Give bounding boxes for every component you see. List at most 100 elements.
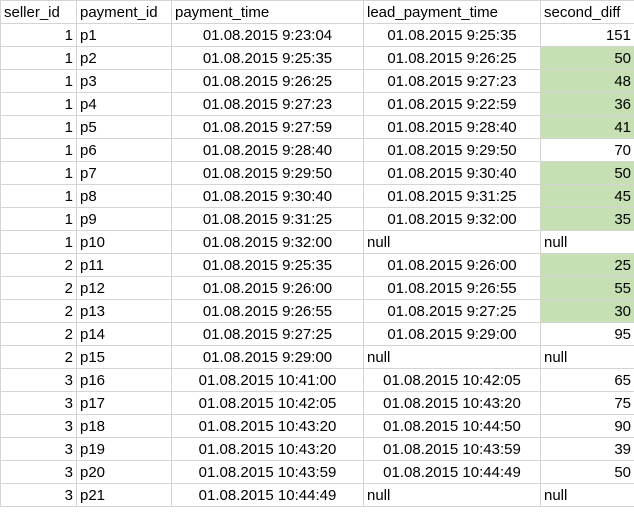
cell-payment-time[interactable]: 01.08.2015 9:29:50 [171, 161, 364, 185]
cell-lead-payment-time[interactable]: 01.08.2015 10:43:59 [363, 437, 541, 461]
cell-payment-id[interactable]: p20 [76, 460, 172, 484]
cell-seller-id[interactable]: 3 [0, 391, 77, 415]
cell-lead-payment-time[interactable]: null [363, 230, 541, 254]
cell-lead-payment-time[interactable]: 01.08.2015 9:26:00 [363, 253, 541, 277]
cell-payment-id[interactable]: p18 [76, 414, 172, 438]
cell-seller-id[interactable]: 3 [0, 414, 77, 438]
cell-payment-id[interactable]: p10 [76, 230, 172, 254]
cell-second-diff[interactable]: null [540, 345, 634, 369]
cell-lead-payment-time[interactable]: 01.08.2015 9:27:25 [363, 299, 541, 323]
cell-lead-payment-time[interactable]: 01.08.2015 9:26:55 [363, 276, 541, 300]
cell-payment-time[interactable]: 01.08.2015 9:26:25 [171, 69, 364, 93]
cell-payment-id[interactable]: p7 [76, 161, 172, 185]
cell-payment-id[interactable]: p1 [76, 23, 172, 47]
cell-payment-time[interactable]: 01.08.2015 9:23:04 [171, 23, 364, 47]
cell-seller-id[interactable]: 1 [0, 161, 77, 185]
cell-payment-time[interactable]: 01.08.2015 9:26:00 [171, 276, 364, 300]
cell-lead-payment-time[interactable]: 01.08.2015 9:31:25 [363, 184, 541, 208]
cell-seller-id[interactable]: 2 [0, 299, 77, 323]
cell-second-diff[interactable]: 39 [540, 437, 634, 461]
cell-seller-id[interactable]: 1 [0, 184, 77, 208]
cell-payment-time[interactable]: 01.08.2015 9:32:00 [171, 230, 364, 254]
cell-lead-payment-time[interactable]: 01.08.2015 10:44:50 [363, 414, 541, 438]
cell-second-diff[interactable]: 65 [540, 368, 634, 392]
cell-second-diff[interactable]: null [540, 230, 634, 254]
cell-second-diff[interactable]: 25 [540, 253, 634, 277]
cell-payment-id[interactable]: p12 [76, 276, 172, 300]
header-second-diff[interactable]: second_diff [540, 0, 634, 24]
cell-seller-id[interactable]: 1 [0, 23, 77, 47]
cell-seller-id[interactable]: 1 [0, 207, 77, 231]
cell-payment-time[interactable]: 01.08.2015 9:27:23 [171, 92, 364, 116]
header-payment-id[interactable]: payment_id [76, 0, 172, 24]
cell-second-diff[interactable]: 50 [540, 161, 634, 185]
cell-lead-payment-time[interactable]: 01.08.2015 9:28:40 [363, 115, 541, 139]
cell-payment-id[interactable]: p4 [76, 92, 172, 116]
cell-payment-id[interactable]: p5 [76, 115, 172, 139]
cell-payment-time[interactable]: 01.08.2015 10:43:20 [171, 414, 364, 438]
cell-payment-id[interactable]: p15 [76, 345, 172, 369]
cell-second-diff[interactable]: 36 [540, 92, 634, 116]
cell-second-diff[interactable]: 45 [540, 184, 634, 208]
cell-payment-time[interactable]: 01.08.2015 9:28:40 [171, 138, 364, 162]
cell-payment-id[interactable]: p19 [76, 437, 172, 461]
cell-lead-payment-time[interactable]: null [363, 483, 541, 507]
cell-payment-time[interactable]: 01.08.2015 10:44:49 [171, 483, 364, 507]
header-lead-payment-time[interactable]: lead_payment_time [363, 0, 541, 24]
cell-lead-payment-time[interactable]: 01.08.2015 10:43:20 [363, 391, 541, 415]
cell-payment-time[interactable]: 01.08.2015 9:27:25 [171, 322, 364, 346]
cell-payment-time[interactable]: 01.08.2015 10:42:05 [171, 391, 364, 415]
cell-lead-payment-time[interactable]: 01.08.2015 9:26:25 [363, 46, 541, 70]
cell-lead-payment-time[interactable]: 01.08.2015 10:42:05 [363, 368, 541, 392]
cell-payment-id[interactable]: p6 [76, 138, 172, 162]
cell-seller-id[interactable]: 1 [0, 115, 77, 139]
cell-seller-id[interactable]: 1 [0, 92, 77, 116]
cell-second-diff[interactable]: 55 [540, 276, 634, 300]
cell-seller-id[interactable]: 2 [0, 345, 77, 369]
cell-payment-time[interactable]: 01.08.2015 9:30:40 [171, 184, 364, 208]
cell-payment-id[interactable]: p17 [76, 391, 172, 415]
cell-payment-id[interactable]: p16 [76, 368, 172, 392]
cell-seller-id[interactable]: 1 [0, 138, 77, 162]
cell-seller-id[interactable]: 1 [0, 69, 77, 93]
cell-payment-id[interactable]: p13 [76, 299, 172, 323]
cell-seller-id[interactable]: 2 [0, 253, 77, 277]
cell-second-diff[interactable]: 90 [540, 414, 634, 438]
cell-second-diff[interactable]: 41 [540, 115, 634, 139]
cell-payment-id[interactable]: p9 [76, 207, 172, 231]
cell-payment-id[interactable]: p3 [76, 69, 172, 93]
cell-lead-payment-time[interactable]: 01.08.2015 9:27:23 [363, 69, 541, 93]
cell-lead-payment-time[interactable]: 01.08.2015 9:32:00 [363, 207, 541, 231]
cell-seller-id[interactable]: 2 [0, 322, 77, 346]
cell-payment-time[interactable]: 01.08.2015 9:26:55 [171, 299, 364, 323]
cell-payment-time[interactable]: 01.08.2015 9:25:35 [171, 253, 364, 277]
cell-payment-id[interactable]: p14 [76, 322, 172, 346]
cell-second-diff[interactable]: 75 [540, 391, 634, 415]
cell-payment-time[interactable]: 01.08.2015 9:25:35 [171, 46, 364, 70]
cell-payment-time[interactable]: 01.08.2015 9:27:59 [171, 115, 364, 139]
cell-seller-id[interactable]: 3 [0, 437, 77, 461]
cell-second-diff[interactable]: 95 [540, 322, 634, 346]
cell-payment-time[interactable]: 01.08.2015 10:43:20 [171, 437, 364, 461]
cell-payment-id[interactable]: p8 [76, 184, 172, 208]
cell-lead-payment-time[interactable]: 01.08.2015 9:25:35 [363, 23, 541, 47]
cell-lead-payment-time[interactable]: 01.08.2015 9:29:00 [363, 322, 541, 346]
cell-seller-id[interactable]: 3 [0, 483, 77, 507]
cell-lead-payment-time[interactable]: 01.08.2015 9:30:40 [363, 161, 541, 185]
cell-second-diff[interactable]: 151 [540, 23, 634, 47]
cell-second-diff[interactable]: 70 [540, 138, 634, 162]
cell-second-diff[interactable]: 35 [540, 207, 634, 231]
cell-payment-id[interactable]: p2 [76, 46, 172, 70]
cell-lead-payment-time[interactable]: 01.08.2015 10:44:49 [363, 460, 541, 484]
cell-payment-time[interactable]: 01.08.2015 10:43:59 [171, 460, 364, 484]
cell-payment-time[interactable]: 01.08.2015 9:29:00 [171, 345, 364, 369]
header-seller-id[interactable]: seller_id [0, 0, 77, 24]
cell-lead-payment-time[interactable]: null [363, 345, 541, 369]
cell-payment-time[interactable]: 01.08.2015 10:41:00 [171, 368, 364, 392]
cell-lead-payment-time[interactable]: 01.08.2015 9:29:50 [363, 138, 541, 162]
cell-payment-id[interactable]: p11 [76, 253, 172, 277]
cell-second-diff[interactable]: 48 [540, 69, 634, 93]
cell-payment-id[interactable]: p21 [76, 483, 172, 507]
cell-seller-id[interactable]: 2 [0, 276, 77, 300]
cell-seller-id[interactable]: 3 [0, 368, 77, 392]
